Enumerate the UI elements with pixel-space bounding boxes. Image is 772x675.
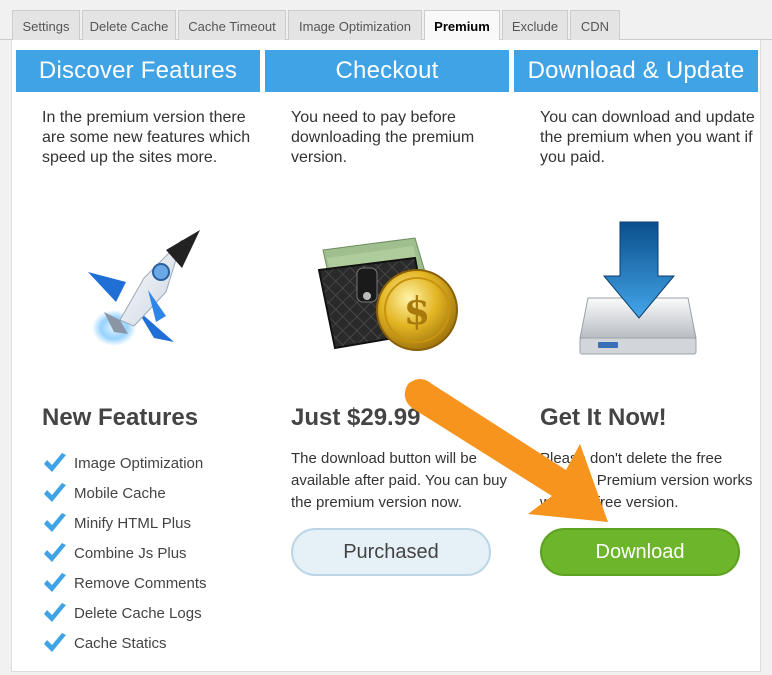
feature-list: Image Optimization Mobile Cache Minify H… — [42, 448, 207, 658]
checkmark-icon — [44, 453, 66, 472]
checkout-column: Checkout You need to pay before download… — [265, 50, 509, 660]
premium-panel: Discover Features In the premium version… — [11, 40, 761, 672]
download-drive-icon — [514, 210, 758, 360]
tab-exclude[interactable]: Exclude — [502, 10, 568, 41]
list-item: Minify HTML Plus — [42, 508, 207, 538]
feature-label: Image Optimization — [74, 454, 204, 472]
tab-bar: Settings Delete Cache Cache Timeout Imag… — [0, 10, 772, 42]
tab-delete-cache[interactable]: Delete Cache — [82, 10, 176, 41]
checkmark-icon — [44, 513, 66, 532]
feature-label: Combine Js Plus — [74, 544, 187, 562]
feature-label: Mobile Cache — [74, 484, 166, 502]
checkmark-icon — [44, 483, 66, 502]
tab-settings[interactable]: Settings — [12, 10, 80, 41]
features-subtitle: New Features — [42, 404, 199, 431]
tab-image-optimization[interactable]: Image Optimization — [288, 10, 422, 41]
download-header: Download & Update — [514, 50, 758, 92]
feature-label: Minify HTML Plus — [74, 514, 191, 532]
tab-cdn[interactable]: CDN — [570, 10, 620, 41]
download-column: Download & Update You can download and u… — [514, 50, 758, 660]
features-description: In the premium version there are some ne… — [42, 109, 251, 166]
get-it-title: Get It Now! — [540, 404, 667, 431]
download-button[interactable]: Download — [540, 528, 740, 576]
checkout-header: Checkout — [265, 50, 509, 92]
list-item: Cache Statics — [42, 628, 207, 658]
download-description: You can download and update the premium … — [540, 109, 755, 166]
checkmark-icon — [44, 543, 66, 562]
checkmark-icon — [44, 603, 66, 622]
list-item: Remove Comments — [42, 568, 207, 598]
list-item: Image Optimization — [42, 448, 207, 478]
list-item: Combine Js Plus — [42, 538, 207, 568]
checkout-description: You need to pay before downloading the p… — [291, 109, 475, 166]
tab-premium[interactable]: Premium — [424, 10, 500, 42]
features-header: Discover Features — [16, 50, 260, 92]
list-item: Mobile Cache — [42, 478, 207, 508]
svg-text:$: $ — [404, 288, 430, 333]
download-note: Please don't delete the free version. Pr… — [540, 450, 753, 511]
price-title: Just $29.99 — [291, 404, 421, 431]
feature-label: Remove Comments — [74, 574, 207, 592]
checkmark-icon — [44, 633, 66, 652]
checkmark-icon — [44, 573, 66, 592]
feature-label: Cache Statics — [74, 634, 167, 652]
list-item: Delete Cache Logs — [42, 598, 207, 628]
wallet-coin-icon: $ — [265, 210, 509, 360]
checkout-note: The download button will be available af… — [291, 450, 507, 511]
rocket-icon — [16, 210, 260, 360]
tab-cache-timeout[interactable]: Cache Timeout — [178, 10, 286, 41]
feature-label: Delete Cache Logs — [74, 604, 202, 622]
purchased-button[interactable]: Purchased — [291, 528, 491, 576]
features-column: Discover Features In the premium version… — [16, 50, 260, 660]
